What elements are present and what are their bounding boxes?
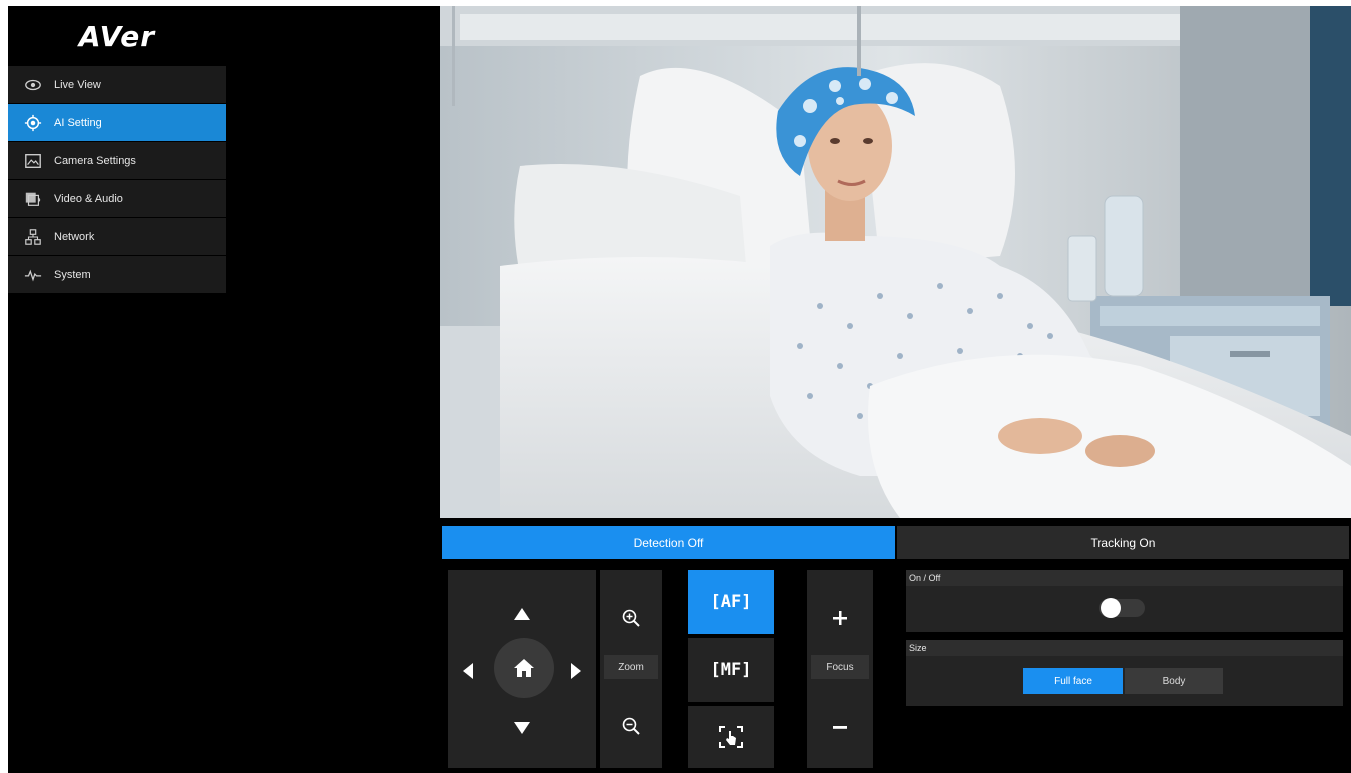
sidebar-item-label: AI Setting: [54, 116, 102, 129]
video-audio-icon: [22, 188, 44, 210]
size-section: Full face Body: [906, 656, 1343, 706]
sidebar-item-video-audio[interactable]: Video & Audio: [8, 180, 226, 217]
minus-icon: [833, 726, 847, 729]
tracking-settings: On / Off Size Full face Body: [906, 570, 1343, 706]
sidebar-item-label: System: [54, 268, 91, 281]
home-button[interactable]: [494, 638, 554, 698]
tracking-toggle[interactable]: [1099, 598, 1145, 618]
sidebar-item-camera-settings[interactable]: Camera Settings: [8, 142, 226, 179]
camera-preview[interactable]: [440, 6, 1351, 518]
zoom-out-button[interactable]: [600, 708, 662, 744]
app-window: AVer Live View AI Setting Camera Setting…: [8, 6, 1351, 773]
touch-focus-button[interactable]: [688, 706, 774, 768]
size-full-face-button[interactable]: Full face: [1023, 668, 1123, 694]
sidebar-item-label: Video & Audio: [54, 192, 123, 205]
focus-minus-button[interactable]: [807, 710, 873, 746]
toggle-knob: [1101, 598, 1121, 618]
control-panel: Detection Off Tracking On Zoom [AF] [MF]…: [440, 518, 1351, 773]
onoff-section: [906, 586, 1343, 632]
eye-icon: [22, 74, 44, 96]
pan-left-button[interactable]: [458, 657, 478, 685]
sidebar: AVer Live View AI Setting Camera Setting…: [8, 6, 226, 773]
touch-focus-icon: [719, 726, 743, 748]
network-icon: [22, 226, 44, 248]
sidebar-item-ai-setting[interactable]: AI Setting: [8, 104, 226, 141]
target-icon: [22, 112, 44, 134]
focus-label: Focus: [811, 655, 869, 679]
pan-right-button[interactable]: [566, 657, 586, 685]
arrow-up-icon: [514, 608, 530, 620]
sidebar-item-label: Live View: [54, 78, 101, 91]
size-section-title: Size: [906, 640, 1343, 656]
home-icon: [514, 659, 534, 677]
pan-down-button[interactable]: [508, 714, 536, 742]
sidebar-item-system[interactable]: System: [8, 256, 226, 293]
zoom-out-icon: [622, 717, 640, 735]
arrow-left-icon: [463, 663, 473, 679]
arrow-down-icon: [514, 722, 530, 734]
onoff-section-title: On / Off: [906, 570, 1343, 586]
image-icon: [22, 150, 44, 172]
tab-detection[interactable]: Detection Off: [442, 526, 895, 559]
sidebar-menu: Live View AI Setting Camera Settings Vid…: [8, 66, 226, 294]
pan-up-button[interactable]: [508, 600, 536, 628]
manual-focus-button[interactable]: [MF]: [688, 638, 774, 702]
focus-controls: Focus: [807, 570, 873, 768]
sidebar-item-label: Network: [54, 230, 95, 243]
af-label: [AF]: [710, 592, 752, 612]
camera-preview-image: [440, 6, 1351, 518]
arrow-right-icon: [571, 663, 581, 679]
sidebar-item-live-view[interactable]: Live View: [8, 66, 226, 103]
plus-icon: [833, 611, 847, 625]
zoom-in-icon: [622, 609, 640, 627]
ptz-pad: [448, 570, 596, 768]
focus-plus-button[interactable]: [807, 600, 873, 636]
zoom-controls: Zoom: [600, 570, 662, 768]
sidebar-item-network[interactable]: Network: [8, 218, 226, 255]
zoom-in-button[interactable]: [600, 600, 662, 636]
size-body-button[interactable]: Body: [1125, 668, 1223, 694]
autofocus-button[interactable]: [AF]: [688, 570, 774, 634]
mf-label: [MF]: [710, 660, 752, 680]
tab-tracking[interactable]: Tracking On: [897, 526, 1349, 559]
focus-mode-controls: [AF] [MF]: [688, 570, 774, 768]
sidebar-item-label: Camera Settings: [54, 154, 136, 167]
aver-logo: AVer: [78, 19, 156, 53]
zoom-label: Zoom: [604, 655, 658, 679]
pulse-icon: [22, 264, 44, 286]
